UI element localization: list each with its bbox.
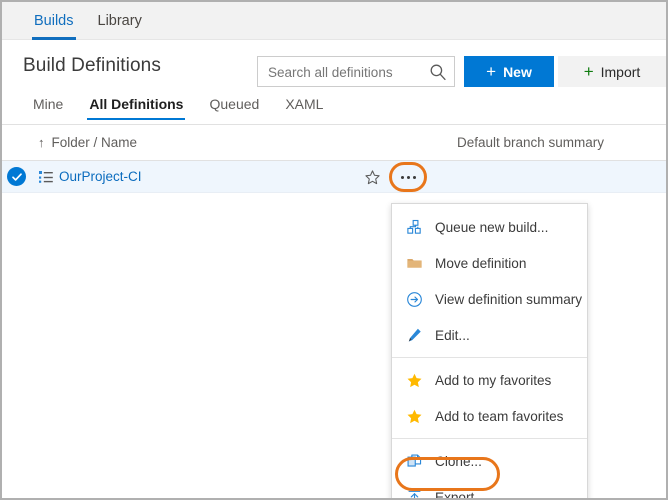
tab-queued-label: Queued xyxy=(209,96,259,112)
queue-build-icon xyxy=(405,218,423,236)
tab-all-definitions-label: All Definitions xyxy=(89,96,183,112)
hub-tab-library[interactable]: Library xyxy=(86,2,154,40)
build-definitions-page: Builds Library Build Definitions + New +… xyxy=(0,0,668,500)
row-selected-checkmark-icon[interactable] xyxy=(7,167,26,186)
plus-icon: + xyxy=(584,63,594,80)
tab-mine-label: Mine xyxy=(33,96,63,112)
page-title: Build Definitions xyxy=(23,55,161,77)
menu-item-label: Export xyxy=(435,490,474,500)
column-header-default-branch-summary-label: Default branch summary xyxy=(457,135,604,150)
sort-ascending-icon: ↑ xyxy=(38,136,45,149)
menu-item-move-definition[interactable]: Move definition xyxy=(392,245,587,281)
new-button[interactable]: + New xyxy=(464,56,554,87)
menu-item-edit[interactable]: Edit... xyxy=(392,317,587,353)
menu-item-view-definition-summary[interactable]: View definition summary xyxy=(392,281,587,317)
column-header-folder-name[interactable]: ↑ Folder / Name xyxy=(38,135,137,150)
context-menu: Queue new build... Move definition View … xyxy=(391,203,588,500)
menu-item-label: View definition summary xyxy=(435,292,582,307)
build-definition-icon xyxy=(38,169,54,185)
pivot-tabs: Mine All Definitions Queued XAML xyxy=(20,96,336,120)
favorite-star-icon[interactable] xyxy=(364,169,381,186)
menu-item-add-to-team-favorites[interactable]: Add to team favorites xyxy=(392,398,587,434)
column-header-folder-name-label: Folder / Name xyxy=(52,135,138,150)
menu-item-queue-new-build[interactable]: Queue new build... xyxy=(392,209,587,245)
hub-tab-builds[interactable]: Builds xyxy=(22,2,86,40)
menu-item-label: Add to team favorites xyxy=(435,409,563,424)
menu-item-label: Clone... xyxy=(435,454,482,469)
menu-item-export[interactable]: Export xyxy=(392,479,587,500)
ellipsis-dot xyxy=(401,176,404,179)
import-button[interactable]: + Import xyxy=(558,56,666,87)
menu-item-clone[interactable]: Clone... xyxy=(392,443,587,479)
column-header-default-branch-summary[interactable]: Default branch summary xyxy=(457,135,604,150)
tab-all-definitions[interactable]: All Definitions xyxy=(76,96,196,120)
tab-xaml-label: XAML xyxy=(285,96,323,112)
search-box[interactable] xyxy=(257,56,455,87)
tab-xaml[interactable]: XAML xyxy=(272,96,336,120)
hub-tab-strip: Builds Library xyxy=(2,2,666,40)
tab-queued[interactable]: Queued xyxy=(196,96,272,120)
search-input[interactable] xyxy=(266,57,430,88)
build-definition-link[interactable]: OurProject-CI xyxy=(59,169,142,184)
plus-icon: + xyxy=(486,63,496,80)
export-up-arrow-icon xyxy=(405,488,423,500)
import-button-label: Import xyxy=(601,64,641,80)
ellipsis-dot xyxy=(407,176,410,179)
ellipsis-menu-button[interactable] xyxy=(394,167,422,187)
star-filled-icon xyxy=(405,407,423,425)
menu-item-label: Edit... xyxy=(435,328,470,343)
hub-tab-library-label: Library xyxy=(98,13,142,29)
new-button-label: New xyxy=(503,64,532,80)
copy-icon xyxy=(405,452,423,470)
pivot-bar: Mine All Definitions Queued XAML xyxy=(2,96,666,124)
arrow-circle-right-icon xyxy=(405,290,423,308)
folder-icon xyxy=(405,254,423,272)
hub-tabs: Builds Library xyxy=(22,2,154,40)
tab-mine[interactable]: Mine xyxy=(20,96,76,120)
ellipsis-dot xyxy=(413,176,416,179)
menu-item-add-to-my-favorites[interactable]: Add to my favorites xyxy=(392,362,587,398)
pencil-icon xyxy=(405,326,423,344)
star-filled-icon xyxy=(405,371,423,389)
menu-separator xyxy=(392,357,587,358)
grid-header: ↑ Folder / Name Default branch summary xyxy=(2,125,666,161)
hub-tab-builds-label: Builds xyxy=(34,13,74,29)
table-row[interactable]: OurProject-CI xyxy=(2,161,666,193)
menu-item-label: Move definition xyxy=(435,256,526,271)
menu-item-label: Add to my favorites xyxy=(435,373,551,388)
menu-item-label: Queue new build... xyxy=(435,220,548,235)
search-icon[interactable] xyxy=(429,63,447,81)
menu-separator xyxy=(392,438,587,439)
